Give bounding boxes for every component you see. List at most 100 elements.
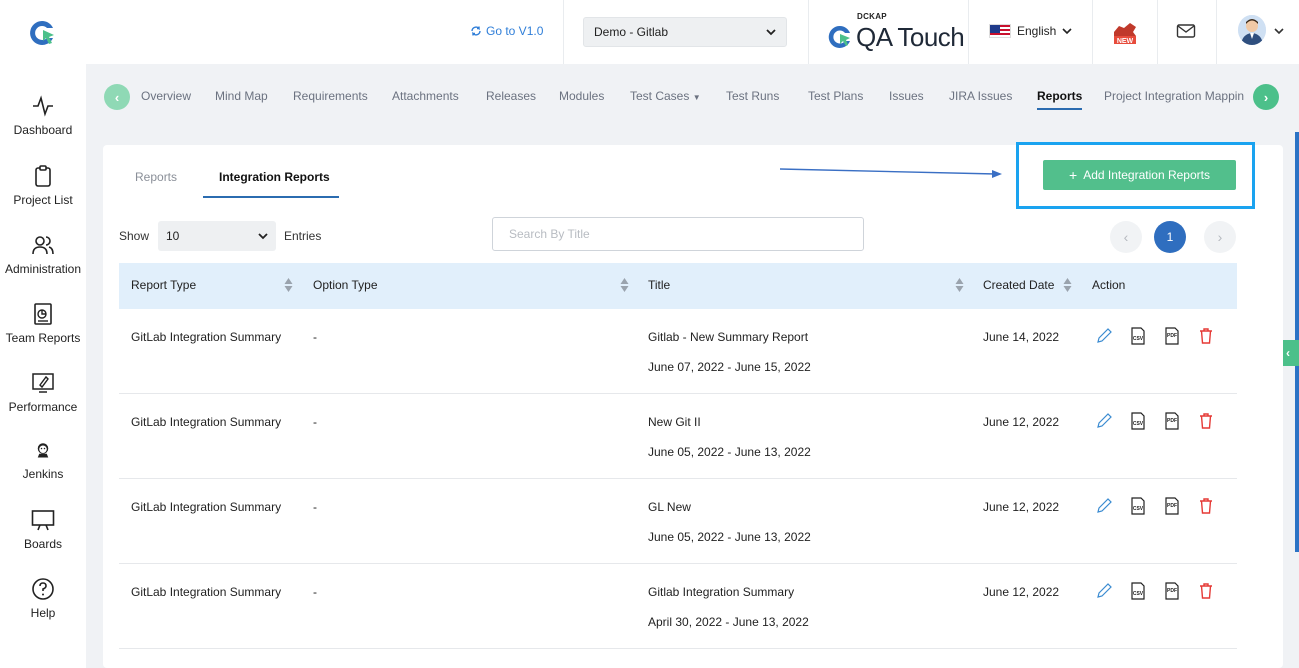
us-flag-icon: [989, 24, 1011, 38]
pagination-next-button[interactable]: ›: [1204, 221, 1236, 253]
subtab-integration-reports[interactable]: Integration Reports: [219, 170, 330, 184]
table-row: GitLab Integration Summary - Gitlab - Ne…: [119, 309, 1237, 394]
delete-icon[interactable]: [1197, 412, 1215, 430]
sidebar-item-label: Project List: [13, 193, 73, 207]
edit-icon[interactable]: [1095, 412, 1113, 430]
tab-jira-issues[interactable]: JIRA Issues: [949, 89, 1012, 103]
show-label: Show: [119, 229, 150, 243]
svg-text:NEW: NEW: [1117, 38, 1134, 45]
edit-icon[interactable]: [1095, 497, 1113, 515]
cell-created-date: June 12, 2022: [983, 415, 1060, 429]
board-icon: [31, 510, 55, 531]
tab-issues[interactable]: Issues: [889, 89, 924, 103]
edit-icon[interactable]: [1095, 327, 1113, 345]
refresh-icon: [471, 26, 481, 36]
pagination-page-1[interactable]: 1: [1154, 221, 1186, 253]
subtab-active-indicator: [203, 196, 339, 198]
sidebar-item-jenkins[interactable]: Jenkins: [0, 441, 86, 481]
tab-mind-map[interactable]: Mind Map: [215, 89, 268, 103]
entries-value: 10: [166, 229, 180, 243]
svg-text:PDF: PDF: [1167, 588, 1177, 594]
cell-date-range: April 30, 2022 - June 13, 2022: [648, 615, 809, 629]
pdf-icon[interactable]: PDF: [1163, 327, 1181, 345]
sidebar-item-help[interactable]: Help: [0, 577, 86, 620]
cell-option-type: -: [313, 585, 317, 599]
user-avatar[interactable]: [1238, 15, 1266, 45]
tab-test-plans[interactable]: Test Plans: [808, 89, 863, 103]
reports-card: Reports Integration Reports + Add Integr…: [103, 142, 1283, 668]
csv-icon[interactable]: CSV: [1129, 327, 1147, 345]
add-button-label: Add Integration Reports: [1083, 168, 1210, 182]
divider: [968, 0, 969, 64]
sort-icon[interactable]: [1063, 277, 1072, 293]
svg-text:PDF: PDF: [1167, 333, 1177, 339]
sidebar-item-administration[interactable]: Administration: [0, 233, 86, 276]
column-header-created-date[interactable]: Created Date: [983, 278, 1054, 292]
column-header-title[interactable]: Title: [648, 278, 670, 292]
subtab-reports[interactable]: Reports: [135, 170, 177, 184]
column-header-option-type[interactable]: Option Type: [313, 278, 378, 292]
plus-icon: +: [1069, 167, 1078, 183]
search-input[interactable]: [492, 217, 864, 251]
qa-touch-logo-icon[interactable]: [26, 18, 58, 48]
tab-reports[interactable]: Reports: [1037, 89, 1083, 110]
new-features-icon[interactable]: NEW: [1111, 18, 1139, 46]
activity-icon: [33, 95, 53, 117]
delete-icon[interactable]: [1197, 327, 1215, 345]
clipboard-icon: [35, 165, 51, 187]
language-select[interactable]: English: [989, 24, 1072, 38]
sidebar-item-boards[interactable]: Boards: [0, 508, 86, 551]
csv-icon[interactable]: CSV: [1129, 497, 1147, 515]
csv-icon[interactable]: CSV: [1129, 412, 1147, 430]
column-header-report-type[interactable]: Report Type: [131, 278, 196, 292]
sort-icon[interactable]: [284, 277, 293, 293]
tab-test-runs[interactable]: Test Runs: [726, 89, 779, 103]
tabs-scroll-right-button[interactable]: ›: [1253, 84, 1279, 110]
sidebar-item-performance[interactable]: Performance: [0, 371, 86, 414]
row-actions: CSV PDF: [1095, 497, 1215, 515]
tab-project-integration-mapping[interactable]: Project Integration Mappin: [1104, 89, 1245, 103]
pdf-icon[interactable]: PDF: [1163, 412, 1181, 430]
cell-report-type: GitLab Integration Summary: [131, 585, 282, 599]
sort-icon[interactable]: [955, 277, 964, 293]
caret-down-icon: ▼: [692, 93, 701, 102]
svg-text:CSV: CSV: [1133, 506, 1144, 512]
csv-icon[interactable]: CSV: [1129, 582, 1147, 600]
sort-icon[interactable]: [620, 277, 629, 293]
brand-dckap: DCKAP: [857, 12, 887, 21]
delete-icon[interactable]: [1197, 582, 1215, 600]
edit-icon[interactable]: [1095, 582, 1113, 600]
divider: [1216, 0, 1217, 64]
cell-option-type: -: [313, 415, 317, 429]
cell-option-type: -: [313, 330, 317, 344]
sidebar-item-label: Administration: [4, 262, 82, 276]
pagination-prev-button[interactable]: ‹: [1110, 221, 1142, 253]
divider: [1092, 0, 1093, 64]
sidebar-item-dashboard[interactable]: Dashboard: [0, 94, 86, 137]
sidebar-item-label: Performance: [8, 400, 78, 414]
tab-requirements[interactable]: Requirements: [293, 89, 368, 103]
tab-attachments[interactable]: Attachments: [392, 89, 459, 103]
tabs-scroll-left-button[interactable]: ‹: [104, 84, 130, 110]
sidebar-item-label: Dashboard: [13, 123, 73, 137]
tab-overview[interactable]: Overview: [141, 89, 191, 103]
cell-report-type: GitLab Integration Summary: [131, 415, 282, 429]
tab-test-cases[interactable]: Test Cases ▼: [630, 89, 701, 103]
entries-select[interactable]: 10: [158, 221, 276, 251]
add-integration-reports-button[interactable]: + Add Integration Reports: [1043, 160, 1236, 190]
cell-date-range: June 07, 2022 - June 15, 2022: [648, 360, 811, 374]
tab-modules[interactable]: Modules: [559, 89, 604, 103]
project-select[interactable]: Demo - Gitlab: [583, 17, 787, 47]
tab-releases[interactable]: Releases: [486, 89, 536, 103]
pdf-icon[interactable]: PDF: [1163, 582, 1181, 600]
svg-text:PDF: PDF: [1167, 418, 1177, 424]
delete-icon[interactable]: [1197, 497, 1215, 515]
sidebar-item-label: Help: [30, 606, 56, 620]
sidebar-item-team-reports[interactable]: Team Reports: [0, 302, 86, 345]
pdf-icon[interactable]: PDF: [1163, 497, 1181, 515]
goto-v1-link[interactable]: Go to V1.0: [470, 24, 543, 38]
annotation-arrow: [780, 168, 1002, 178]
mail-icon[interactable]: [1176, 23, 1196, 39]
sidebar-item-project-list[interactable]: Project List: [0, 164, 86, 207]
chevron-down-icon[interactable]: [1274, 27, 1284, 35]
